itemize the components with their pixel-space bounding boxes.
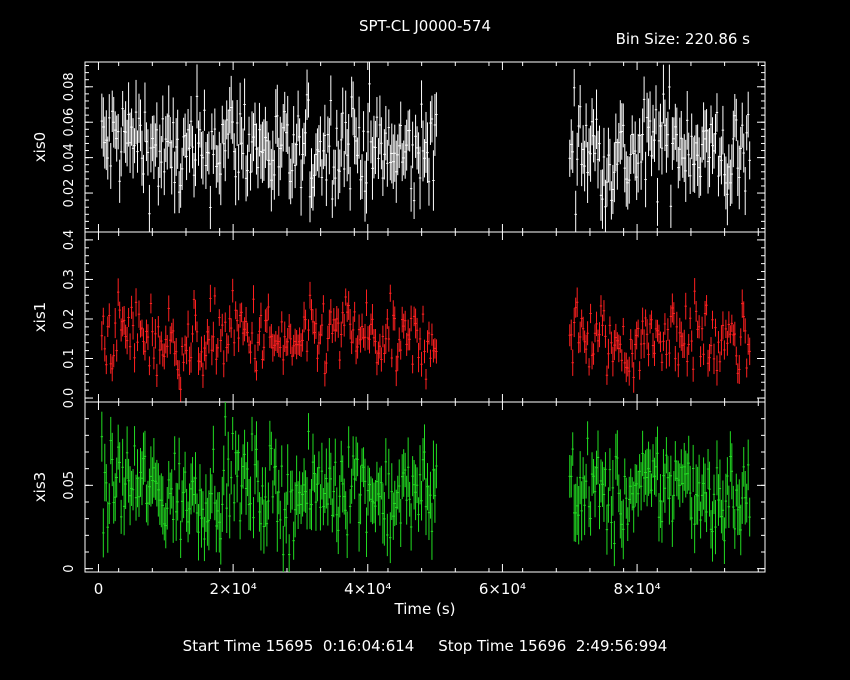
y-tick-label-xis1: 0.3 <box>62 269 77 290</box>
panel-frame-xis1 <box>84 231 766 403</box>
y-tick-label-xis0: 0.04 <box>62 143 77 172</box>
y-tick-label-xis3: 0.05 <box>62 471 77 500</box>
y-tick-label-xis0: 0.06 <box>62 108 77 137</box>
start-time-label: Start Time <box>182 637 261 655</box>
x-tick-label: 6×10⁴ <box>479 580 526 598</box>
y-axis-label-xis0: xis0 <box>31 132 49 162</box>
y-axis-label-xis1: xis1 <box>31 302 49 332</box>
start-time-value: 15695 0:16:04:614 <box>265 637 415 655</box>
x-axis-label: Time (s) <box>394 600 456 618</box>
x-tick-label: 0 <box>94 580 104 598</box>
time-range-footer: Start Time 15695 0:16:04:614 Stop Time 1… <box>0 637 850 655</box>
y-tick-label-xis1: 0.0 <box>62 388 77 409</box>
y-tick-label-xis0: 0.02 <box>62 179 77 208</box>
y-tick-label-xis1: 0.1 <box>62 348 77 369</box>
bin-size-label: Bin Size: 220.86 s <box>615 30 750 48</box>
y-tick-label-xis1: 0.4 <box>62 230 77 251</box>
x-tick-label: 2×10⁴ <box>210 580 257 598</box>
y-tick-label-xis3: 0 <box>62 565 77 573</box>
y-tick-label-xis1: 0.2 <box>62 309 77 330</box>
y-axis-label-xis3: xis3 <box>31 472 49 502</box>
stop-time-value: 15696 2:49:56:994 <box>518 637 668 655</box>
stop-time-label: Stop Time <box>438 637 514 655</box>
lightcurve-plot: 0.02 0.04 0.06 0.08 xis0 0.0 0.1 0.2 0.3 0.4 xis1 0… <box>31 61 766 598</box>
x-tick-label: 8×10⁴ <box>613 580 660 598</box>
x-tick-label: 4×10⁴ <box>344 580 391 598</box>
y-tick-label-xis0: 0.08 <box>62 72 77 101</box>
